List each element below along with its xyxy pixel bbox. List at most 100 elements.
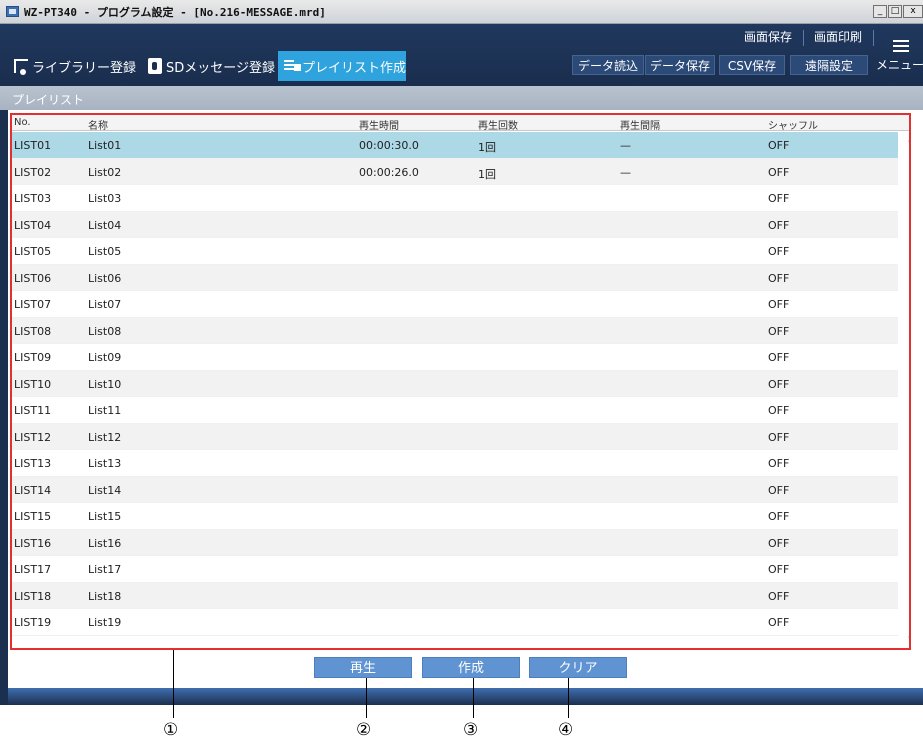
cell-interval: — xyxy=(620,165,631,179)
cell-shuffle: OFF xyxy=(768,377,790,391)
cell-name: List11 xyxy=(88,404,122,417)
tab-sd-message[interactable]: SDメッセージ登録 xyxy=(142,51,276,81)
cell-no: LIST07 xyxy=(14,298,52,311)
cell-no: LIST12 xyxy=(14,430,52,444)
cell-name: List03 xyxy=(88,192,122,205)
table-row[interactable]: LIST19 List19 OFF xyxy=(12,609,898,636)
table-row[interactable]: LIST18 List18 OFF xyxy=(12,582,898,609)
table-row[interactable]: LIST13 List13 OFF xyxy=(12,450,898,477)
column-header-time[interactable]: 再生時間 xyxy=(359,117,399,132)
table-header: No. 名称 再生時間 再生回数 再生間隔 シャッフル xyxy=(12,115,909,132)
table-row[interactable]: LIST03 List03 OFF xyxy=(12,185,898,212)
scroll-thumb[interactable] xyxy=(909,149,911,329)
cell-name: List18 xyxy=(88,589,122,603)
cell-no: LIST08 xyxy=(14,324,52,338)
callout-label-2: ② xyxy=(356,720,372,740)
minimize-button[interactable]: _ xyxy=(873,5,887,18)
cell-name: List10 xyxy=(88,377,122,391)
title-bar: WZ-PT340 - プログラム設定 - [No.216-MESSAGE.mrd… xyxy=(0,0,923,24)
cell-name: List06 xyxy=(88,271,122,285)
table-row[interactable]: LIST07 List07 OFF xyxy=(12,291,898,318)
cell-name: List05 xyxy=(88,245,122,258)
column-header-count[interactable]: 再生回数 xyxy=(478,117,518,132)
window-title: WZ-PT340 - プログラム設定 - [No.216-MESSAGE.mrd… xyxy=(24,6,326,19)
table-row[interactable]: LIST12 List12 OFF xyxy=(12,423,898,450)
cell-no: LIST06 xyxy=(14,271,52,285)
table-row[interactable]: LIST02 List02 00:00:26.0 1回 — OFF xyxy=(12,158,898,185)
scroll-up-icon[interactable]: ▲ xyxy=(908,135,909,143)
cell-count: 1回 xyxy=(478,141,496,154)
cell-shuffle: OFF xyxy=(768,351,790,364)
cell-shuffle: OFF xyxy=(768,271,790,285)
maximize-button[interactable]: □ xyxy=(888,5,902,18)
cell-no: LIST11 xyxy=(14,404,52,417)
csv-save-button[interactable]: CSV保存 xyxy=(719,55,785,75)
cell-time: 00:00:26.0 xyxy=(359,165,419,179)
vertical-scrollbar[interactable]: ▲ ▼ xyxy=(908,133,911,648)
column-header-no[interactable]: No. xyxy=(14,117,31,128)
cell-shuffle: OFF xyxy=(768,245,790,258)
table-row[interactable]: LIST14 List14 OFF xyxy=(12,476,898,503)
header-divider xyxy=(803,30,804,46)
print-screen-button[interactable]: 画面印刷 xyxy=(808,27,868,47)
callout-label-4: ④ xyxy=(558,720,574,740)
table-row[interactable]: LIST09 List09 OFF xyxy=(12,344,898,371)
tab-playlist[interactable]: プレイリスト作成 xyxy=(278,51,406,81)
cell-no: LIST13 xyxy=(14,457,52,470)
cell-shuffle: OFF xyxy=(768,483,790,497)
app-icon xyxy=(6,6,19,17)
cell-no: LIST18 xyxy=(14,589,52,603)
column-header-interval[interactable]: 再生間隔 xyxy=(620,117,660,132)
play-button[interactable]: 再生 xyxy=(314,657,412,678)
create-button[interactable]: 作成 xyxy=(422,657,520,678)
cell-no: LIST01 xyxy=(14,139,52,152)
cell-shuffle: OFF xyxy=(768,139,790,152)
cell-no: LIST09 xyxy=(14,351,52,364)
cell-shuffle: OFF xyxy=(768,165,790,179)
menu-icon[interactable] xyxy=(893,40,909,52)
column-header-shuffle[interactable]: シャッフル xyxy=(768,117,818,132)
menu-button-label[interactable]: メニュー xyxy=(876,56,923,73)
read-data-button[interactable]: データ読込 xyxy=(572,55,644,75)
cell-shuffle: OFF xyxy=(768,457,790,470)
table-row[interactable]: LIST08 List08 OFF xyxy=(12,317,898,344)
save-screen-button[interactable]: 画面保存 xyxy=(738,27,798,47)
callout-line-4 xyxy=(568,678,569,718)
cell-name: List12 xyxy=(88,430,122,444)
app-header: ライブラリー登録 SDメッセージ登録 プレイリスト作成 画面保存 画面印刷 デー… xyxy=(0,24,923,86)
cell-name: List13 xyxy=(88,457,122,470)
scroll-down-icon[interactable]: ▼ xyxy=(908,635,909,643)
table-row[interactable]: LIST15 List15 OFF xyxy=(12,503,898,530)
table-body: LIST01 List01 00:00:30.0 1回 — OFF LIST02 List02… xyxy=(12,132,898,636)
save-data-button[interactable]: データ保存 xyxy=(645,55,715,75)
column-header-name[interactable]: 名称 xyxy=(88,117,108,132)
clear-button[interactable]: クリア xyxy=(529,657,627,678)
table-row[interactable]: LIST11 List11 OFF xyxy=(12,397,898,424)
cell-name: List08 xyxy=(88,324,122,338)
table-row[interactable]: LIST16 List16 OFF xyxy=(12,529,898,556)
cell-shuffle: OFF xyxy=(768,430,790,444)
callout-line-2 xyxy=(366,678,367,718)
tab-sd-message-label: SDメッセージ登録 xyxy=(166,60,276,76)
table-row[interactable]: LIST04 List04 OFF xyxy=(12,211,898,238)
cell-no: LIST04 xyxy=(14,218,52,232)
table-row[interactable]: LIST10 List10 OFF xyxy=(12,370,898,397)
cell-no: LIST19 xyxy=(14,616,52,629)
cell-shuffle: OFF xyxy=(768,218,790,232)
callout-line-1 xyxy=(173,650,174,718)
table-row[interactable]: LIST06 List06 OFF xyxy=(12,264,898,291)
close-button[interactable]: x xyxy=(903,5,923,18)
cell-no: LIST10 xyxy=(14,377,52,391)
cell-no: LIST14 xyxy=(14,483,52,497)
section-title: プレイリスト xyxy=(0,86,923,110)
cell-shuffle: OFF xyxy=(768,616,790,629)
cell-name: List04 xyxy=(88,218,122,232)
cell-count: 1回 xyxy=(478,167,496,181)
table-row[interactable]: LIST17 List17 OFF xyxy=(12,556,898,583)
tab-library[interactable]: ライブラリー登録 xyxy=(8,51,138,81)
cell-shuffle: OFF xyxy=(768,298,790,311)
remote-settings-button[interactable]: 遠隔設定 xyxy=(790,55,868,75)
header-divider xyxy=(873,30,874,46)
table-row[interactable]: LIST05 List05 OFF xyxy=(12,238,898,265)
table-row[interactable]: LIST01 List01 00:00:30.0 1回 — OFF xyxy=(12,132,898,159)
